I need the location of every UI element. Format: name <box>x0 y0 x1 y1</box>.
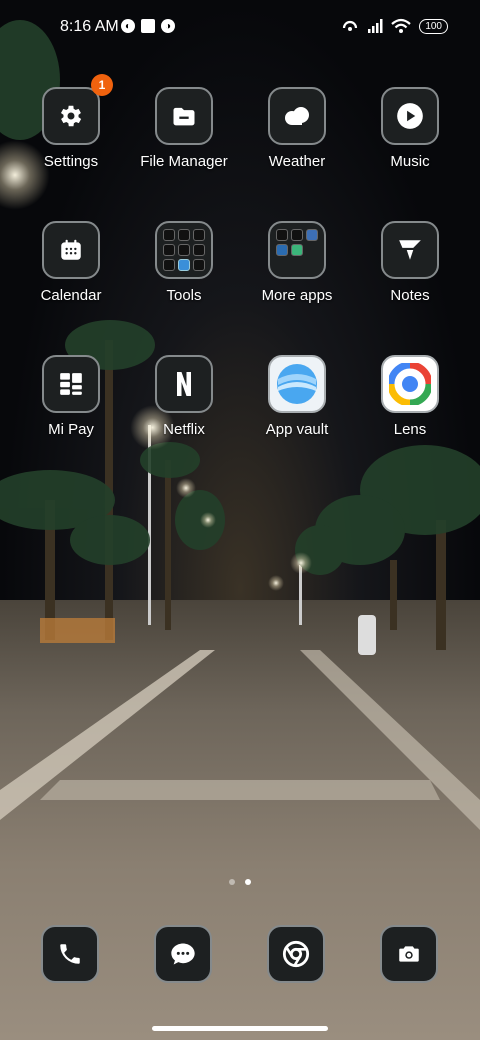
app-calendar[interactable]: Calendar <box>16 221 126 304</box>
app-music-tile[interactable] <box>381 87 439 145</box>
folder-more-apps-tile[interactable] <box>268 221 326 279</box>
camera-icon <box>399 946 419 962</box>
app-label: Notes <box>390 287 430 304</box>
app-label: Tools <box>166 287 202 304</box>
app-mi-pay-tile[interactable] <box>42 355 100 413</box>
folder-tools-tile[interactable] <box>155 221 213 279</box>
message-icon <box>171 943 195 965</box>
notification-icons: ◐ ◑ <box>121 19 175 33</box>
app-settings[interactable]: 1 Settings <box>16 74 126 170</box>
notification-app-icon: ◐ <box>121 19 135 33</box>
calendar-icon <box>61 239 81 260</box>
folder-grid-icon <box>276 229 318 271</box>
app-vault-icon <box>277 364 317 404</box>
app-notes[interactable]: Notes <box>355 221 465 304</box>
folder-tools[interactable]: Tools <box>129 221 239 304</box>
app-label: Netflix <box>163 421 205 438</box>
status-time: 8:16 AM <box>60 18 119 35</box>
netflix-icon <box>177 372 191 396</box>
app-settings-tile[interactable]: 1 <box>42 74 113 145</box>
hotspot-icon <box>343 20 358 31</box>
app-calendar-tile[interactable] <box>42 221 100 279</box>
folder-icon <box>173 107 195 126</box>
app-netflix[interactable]: Netflix <box>129 355 239 438</box>
app-file-manager-tile[interactable] <box>155 87 213 145</box>
wifi-icon <box>391 18 412 33</box>
app-netflix-tile[interactable] <box>155 355 213 413</box>
app-weather[interactable]: Weather <box>242 87 352 170</box>
status-bar: 8:16 AM ◐ ◑ 100 <box>0 0 480 56</box>
cloud-icon <box>285 107 309 125</box>
dock-messages[interactable] <box>154 925 212 983</box>
play-icon <box>397 103 423 129</box>
app-label: Music <box>390 153 430 170</box>
folder-grid-icon <box>163 229 205 271</box>
gear-icon <box>60 105 82 127</box>
dock-camera[interactable] <box>380 925 438 983</box>
app-music[interactable]: Music <box>355 87 465 170</box>
dock-chrome[interactable] <box>267 925 325 983</box>
home-gesture-bar[interactable] <box>152 1026 328 1031</box>
app-label: File Manager <box>140 153 228 170</box>
app-label: Settings <box>43 153 99 170</box>
signal-icon <box>368 19 383 33</box>
mipay-icon <box>60 373 82 395</box>
notification-app-icon-2: ◑ <box>161 19 175 33</box>
notification-square-icon <box>141 19 155 33</box>
app-label: Calendar <box>40 287 102 304</box>
notes-icon <box>399 240 421 260</box>
app-label: More apps <box>261 287 333 304</box>
app-lens[interactable]: Lens <box>355 355 465 438</box>
app-label: Mi Pay <box>48 421 94 438</box>
app-label: App vault <box>265 421 329 438</box>
app-label: Weather <box>268 153 326 170</box>
folder-more-apps[interactable]: More apps <box>242 221 352 304</box>
page-indicator <box>0 879 480 885</box>
lens-icon <box>389 363 431 405</box>
notification-badge: 1 <box>91 74 113 96</box>
app-mi-pay[interactable]: Mi Pay <box>16 355 126 438</box>
app-file-manager[interactable]: File Manager <box>129 87 239 170</box>
battery-indicator: 100 <box>419 18 448 34</box>
phone-icon <box>60 944 80 964</box>
dock-phone[interactable] <box>41 925 99 983</box>
app-app-vault-tile[interactable] <box>268 355 326 413</box>
app-app-vault[interactable]: App vault <box>242 355 352 438</box>
status-right: 100 <box>341 18 448 34</box>
app-notes-tile[interactable] <box>381 221 439 279</box>
app-label: Lens <box>393 421 427 438</box>
app-lens-tile[interactable] <box>381 355 439 413</box>
app-weather-tile[interactable] <box>268 87 326 145</box>
page-dot[interactable] <box>229 879 235 885</box>
page-dot-active[interactable] <box>245 879 251 885</box>
chrome-icon <box>282 940 310 968</box>
